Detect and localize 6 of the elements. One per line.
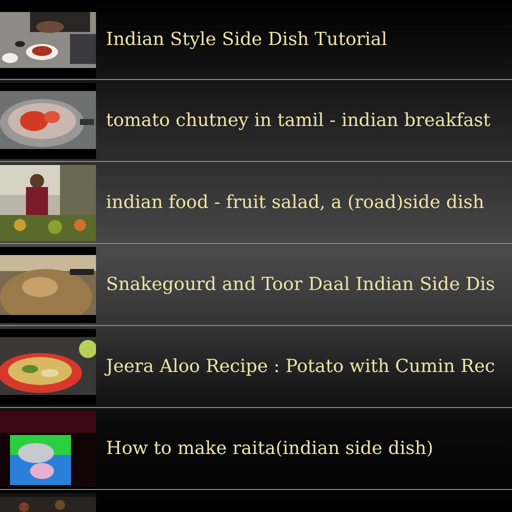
video-title[interactable]: Snakegourd and Toor Daal Indian Side Dis [106, 274, 496, 295]
video-title[interactable]: tomato chutney in tamil - indian breakfast [106, 110, 490, 131]
video-title[interactable]: Indian Style Side Dish Tutorial [106, 29, 388, 50]
video-title[interactable]: Jeera Aloo Recipe : Potato with Cumin Rec [106, 356, 495, 377]
video-title[interactable]: indian food - fruit salad, a (road)side dish [106, 192, 484, 213]
video-title[interactable]: How to make raita(indian side dish) [106, 438, 434, 459]
